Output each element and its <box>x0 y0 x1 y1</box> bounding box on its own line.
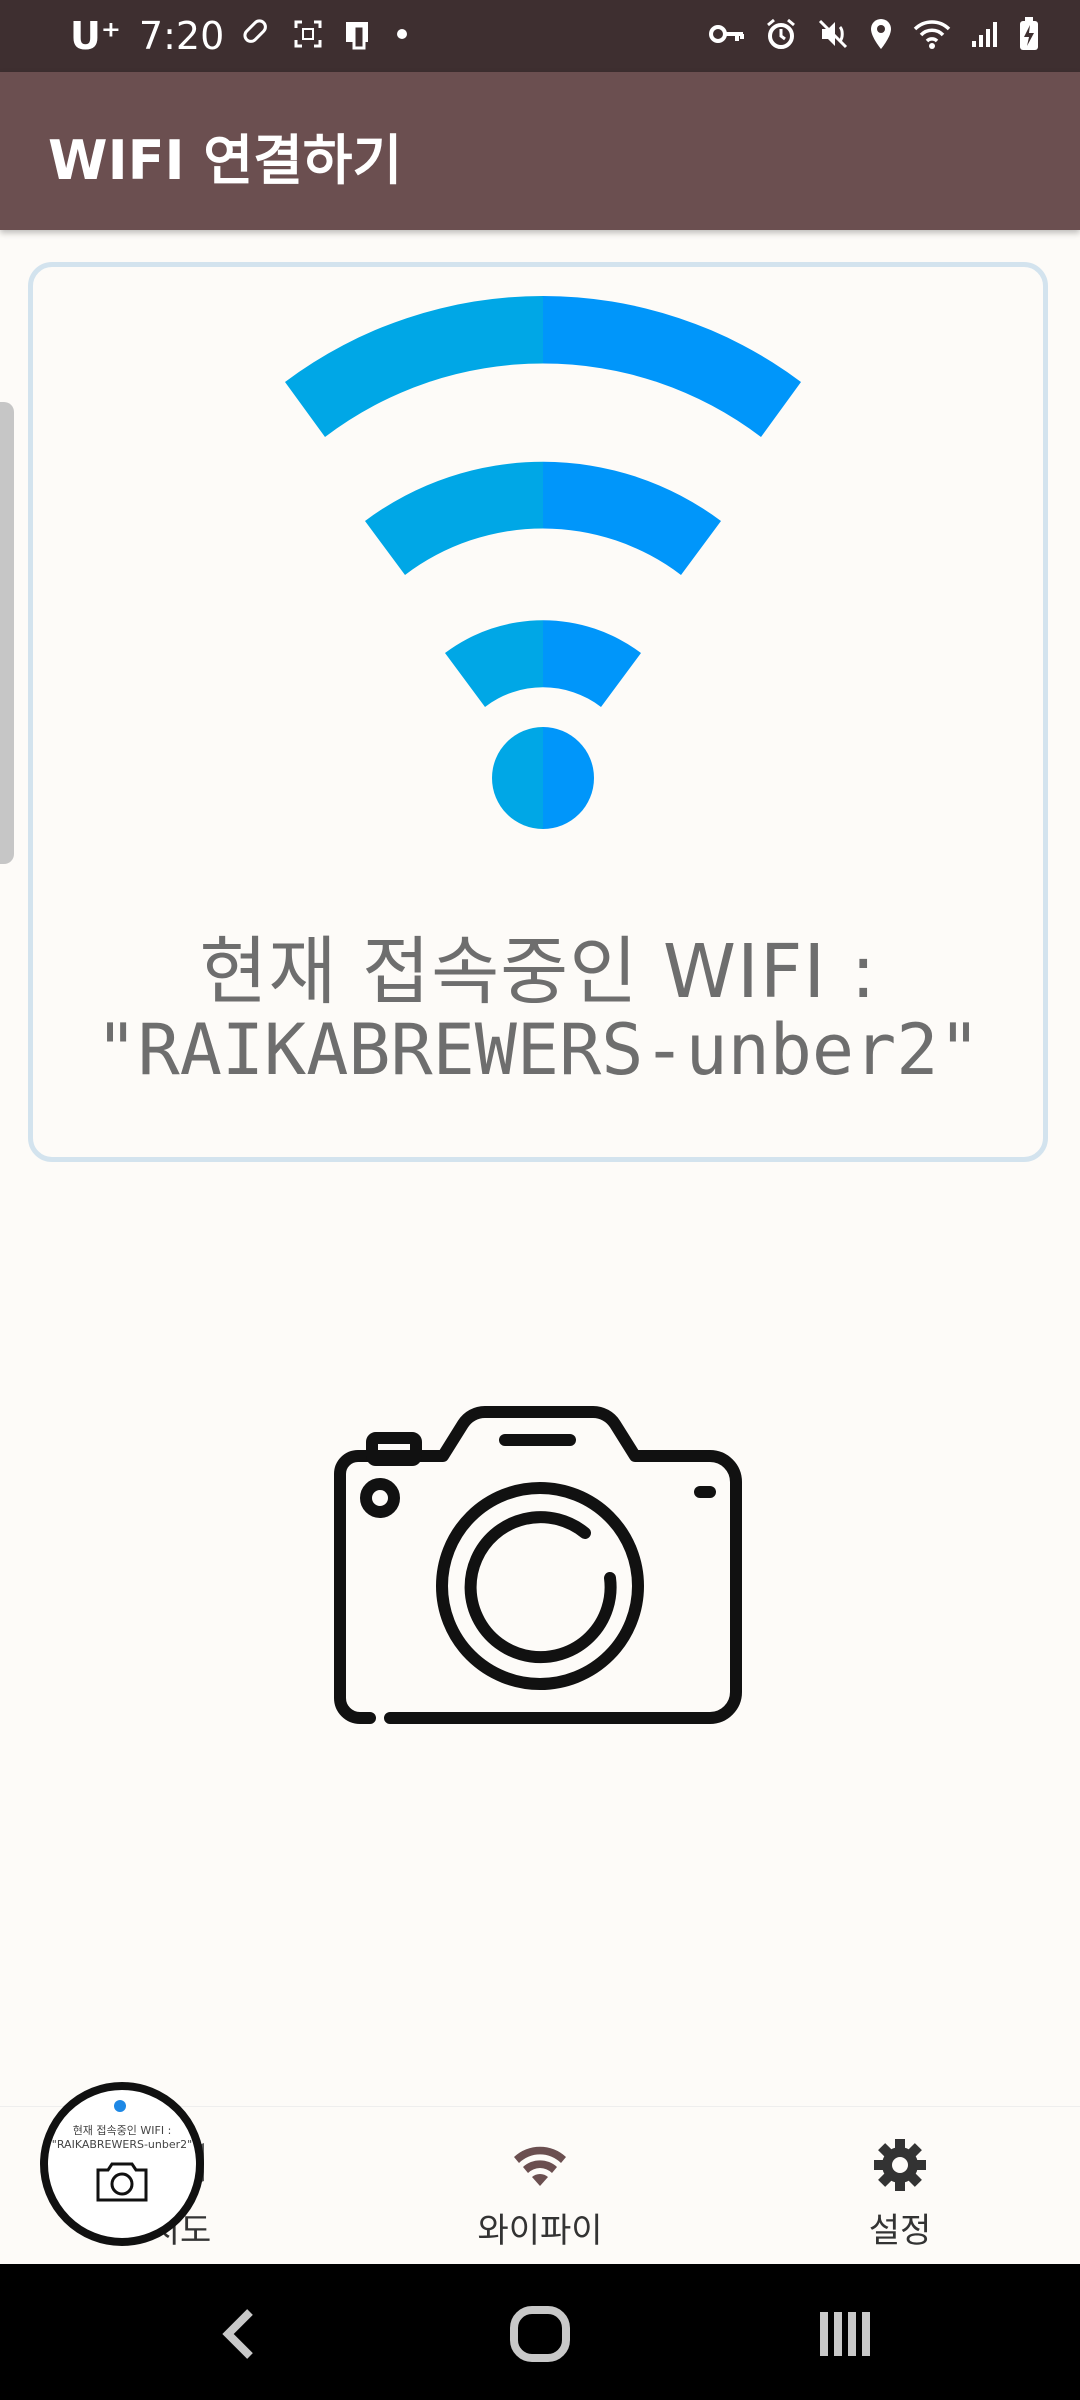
bubble-line-1: 현재 접속중인 WIFI : <box>72 2124 172 2137</box>
battery-charging-icon <box>1018 16 1040 56</box>
edge-panel-handle[interactable] <box>0 402 14 864</box>
back-button[interactable] <box>200 2304 280 2364</box>
recents-button[interactable] <box>806 2304 886 2364</box>
home-icon <box>510 2306 570 2362</box>
home-button[interactable] <box>500 2304 580 2364</box>
nav-item-wifi[interactable]: 와이파이 <box>360 2107 720 2265</box>
nav-label-settings: 설정 <box>868 2211 932 2251</box>
bubble-preview-text: 현재 접속중인 WIFI : "RAIKABREWERS-unber2" <box>48 2124 196 2152</box>
back-icon <box>222 2309 253 2359</box>
wifi-icon <box>243 287 843 851</box>
app-bar: WIFI 연결하기 <box>0 72 1080 230</box>
notification-app-icon <box>342 18 376 54</box>
floating-preview-bubble[interactable]: 현재 접속중인 WIFI : "RAIKABREWERS-unber2" <box>40 2082 204 2246</box>
gear-icon <box>870 2135 930 2195</box>
bubble-status-dot <box>114 2100 126 2112</box>
mute-icon <box>816 17 850 55</box>
clock: 7:20 <box>138 14 225 58</box>
status-bar: U⁺ 7:20 <box>0 0 1080 72</box>
system-navigation-bar <box>0 2264 1080 2400</box>
wifi-icon <box>510 2135 570 2195</box>
recents-icon <box>820 2312 870 2356</box>
camera-icon <box>334 1405 742 1724</box>
alarm-icon <box>764 17 798 55</box>
camera-button[interactable] <box>330 1398 750 1728</box>
current-wifi-label: 현재 접속중인 WIFI : <box>199 929 877 1015</box>
camera-icon <box>94 2160 150 2208</box>
wifi-signal-icon <box>912 17 952 55</box>
link-icon <box>242 18 274 54</box>
current-wifi-ssid: "RAIKABREWERS-unber2" <box>95 1009 981 1091</box>
location-icon <box>868 17 894 55</box>
cell-signal-icon <box>970 19 1000 53</box>
page-title: WIFI 연결하기 <box>48 129 403 192</box>
bubble-line-2: "RAIKABREWERS-unber2" <box>51 2138 193 2151</box>
nav-label-wifi: 와이파이 <box>477 2211 603 2251</box>
nav-item-settings[interactable]: 설정 <box>720 2107 1080 2265</box>
carrier-label: U⁺ <box>70 14 121 58</box>
screenshot-icon <box>292 18 324 54</box>
vpn-key-icon <box>708 20 746 52</box>
dot-icon <box>394 26 410 46</box>
wifi-status-card: 현재 접속중인 WIFI : "RAIKABREWERS-unber2" <box>28 262 1048 1162</box>
